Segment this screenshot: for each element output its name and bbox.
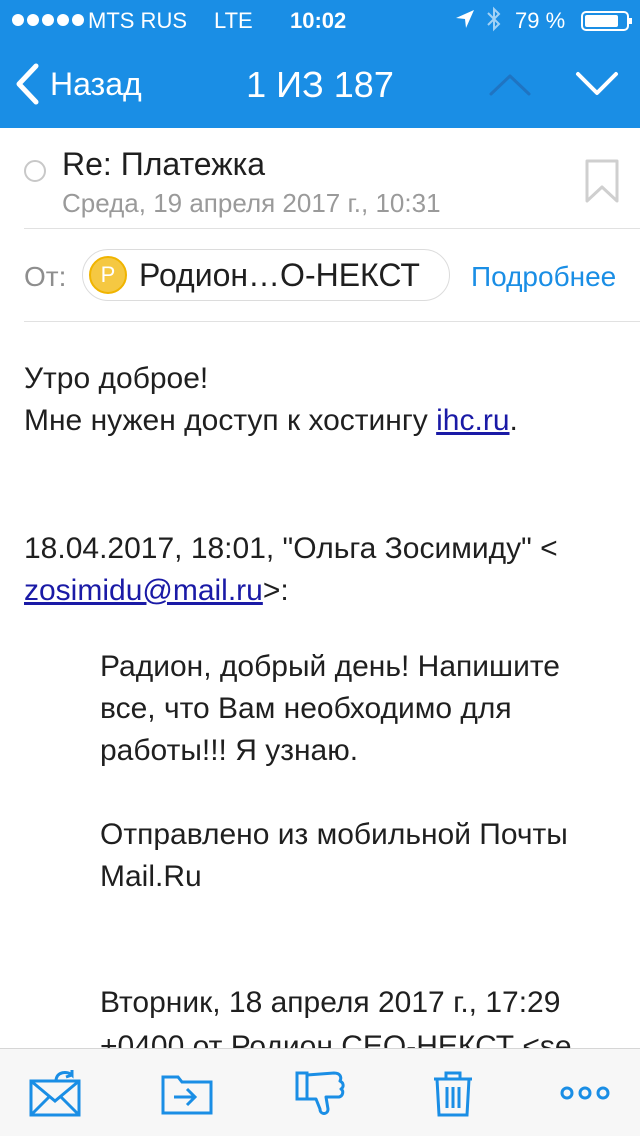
quote-header: 18.04.2017, 18:01, "Ольга Зосимиду" < xyxy=(24,532,558,565)
bottom-toolbar xyxy=(0,1048,640,1136)
battery-percent: 79 % xyxy=(515,8,566,33)
signature-line: Отправлено из мобильной Почты xyxy=(100,818,568,851)
hosting-link[interactable]: ihc.ru xyxy=(436,404,509,437)
body-text: Мне нужен доступ к хостингу xyxy=(24,404,437,437)
quote-header-suffix: >: xyxy=(262,574,289,607)
sender-chip[interactable]: Р Родион…О-НЕКСТ xyxy=(82,249,450,301)
quote-line: Радион, добрый день! Напишите xyxy=(100,650,560,683)
bluetooth-icon xyxy=(487,6,501,32)
reply-button[interactable] xyxy=(28,1067,82,1119)
body-line: Мне нужен доступ к хостингу ihc.ru. xyxy=(24,404,518,438)
move-button[interactable] xyxy=(160,1067,214,1119)
message-date: Среда, 19 апреля 2017 г., 10:31 xyxy=(62,188,441,218)
quote2-header-text: +0400 от Родион CEO-НЕКСТ <se xyxy=(100,1030,572,1048)
spam-button[interactable] xyxy=(294,1067,348,1119)
details-link[interactable]: Подробнее xyxy=(471,261,616,293)
navigation-bar: Назад 1 ИЗ 187 xyxy=(0,40,640,128)
more-button[interactable] xyxy=(558,1067,612,1119)
location-icon xyxy=(456,10,474,28)
read-status-toggle[interactable] xyxy=(24,160,46,182)
back-label: Назад xyxy=(50,65,142,102)
reply-icon xyxy=(29,1070,81,1117)
body-text: . xyxy=(509,404,518,437)
previous-message-button[interactable] xyxy=(488,64,532,104)
move-icon xyxy=(161,1075,213,1115)
clock: 10:02 xyxy=(290,8,347,33)
quote2-header: Вторник, 18 апреля 2017 г., 17:29 xyxy=(100,986,561,1019)
carrier-name: MTS RUS xyxy=(88,8,187,33)
avatar: Р xyxy=(89,256,127,294)
signature-line: Mail.Ru xyxy=(100,860,202,893)
quote-header-line: zosimidu@mail.ru>: xyxy=(24,574,289,608)
signal-strength-icon xyxy=(12,14,84,26)
email-link[interactable]: zosimidu@mail.ru xyxy=(24,574,263,607)
message-subject: Re: Платежка xyxy=(62,146,266,182)
back-button[interactable]: Назад xyxy=(14,62,142,106)
sender-row: От: Р Родион…О-НЕКСТ Подробнее xyxy=(0,229,640,321)
sender-name: Родион…О-НЕКСТ xyxy=(139,256,420,293)
network-type: LTE xyxy=(214,8,253,33)
battery-icon xyxy=(581,11,632,31)
more-icon xyxy=(560,1086,610,1100)
top-bar: MTS RUS LTE 10:02 79 % Назад 1 ИЗ 187 xyxy=(0,0,640,128)
next-message-button[interactable] xyxy=(574,64,620,104)
from-label: От: xyxy=(24,261,67,292)
message-counter: 1 ИЗ 187 xyxy=(246,64,394,105)
message-header: Re: Платежка Среда, 19 апреля 2017 г., 1… xyxy=(0,128,640,228)
body-greeting: Утро доброе! xyxy=(24,362,209,395)
thumbs-down-icon xyxy=(295,1071,345,1115)
bookmark-icon[interactable] xyxy=(584,158,620,204)
trash-icon xyxy=(434,1071,472,1117)
quote-line: работы!!! Я узнаю. xyxy=(100,734,359,767)
chevron-left-icon xyxy=(16,63,39,105)
status-bar: MTS RUS LTE 10:02 79 % xyxy=(0,0,640,40)
delete-button[interactable] xyxy=(426,1067,480,1119)
quote-line: все, что Вам необходимо для xyxy=(100,692,512,725)
divider xyxy=(24,321,640,322)
quote2-header-partial: +0400 от Родион CEO-НЕКСТ <se xyxy=(100,1030,572,1048)
